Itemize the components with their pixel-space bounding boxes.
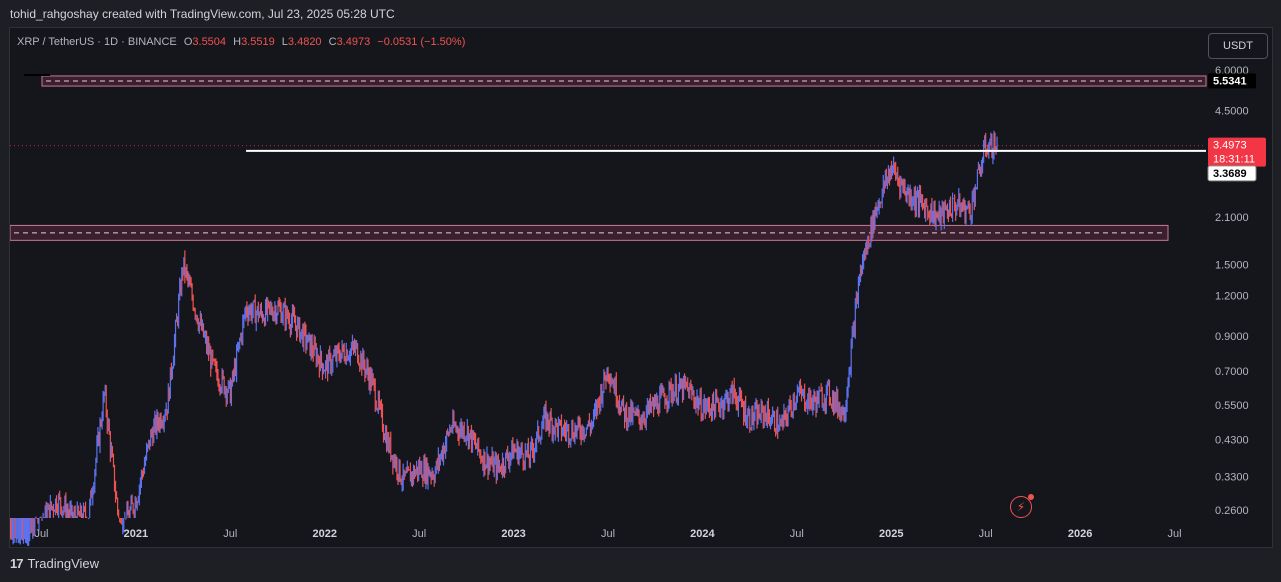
price-tag-line-text: 3.3689 — [1213, 168, 1247, 180]
y-tick-label: 0.7000 — [1215, 366, 1249, 378]
high-label: H — [233, 36, 242, 48]
y-tick-label: 4.5000 — [1215, 105, 1249, 117]
y-tick-label: 0.3300 — [1215, 472, 1249, 484]
x-tick-label: Jul — [601, 528, 615, 540]
lightning-alert-icon[interactable]: ⚡ — [1010, 494, 1034, 518]
x-tick-label: 2024 — [690, 528, 715, 540]
change-value: −0.0531 (−1.50%) — [377, 36, 466, 48]
currency-button[interactable]: USDT — [1208, 33, 1268, 59]
y-tick-label: 1.2000 — [1215, 291, 1249, 303]
zone-1[interactable] — [10, 224, 1169, 241]
open-value: 3.5504 — [192, 36, 227, 48]
y-tick-label: 0.4300 — [1215, 434, 1249, 446]
price-tag-line[interactable]: 3.3689 — [1207, 165, 1257, 182]
price-tag-last[interactable]: 3.4973 18:31:11 — [1208, 137, 1266, 167]
tradingview-brand[interactable]: 17 TradingView — [10, 556, 99, 571]
x-tick-label: Jul — [1167, 528, 1181, 540]
chart-panel[interactable]: 6.0000 4.5000 2.1000 1.5000 1.2000 0.9000 0.70… — [9, 27, 1273, 548]
y-tick-label: 1.5000 — [1215, 259, 1249, 271]
ohlc-legend: XRP / TetherUS · 1D · BINANCE O3.5504 H3… — [17, 36, 469, 48]
low-value: 3.4820 — [287, 36, 322, 48]
y-tick-label: 2.1000 — [1215, 212, 1249, 224]
price-tag-zone[interactable]: 5.5341 — [1208, 73, 1256, 89]
alert-badge — [1028, 494, 1034, 500]
x-tick-label: Jul — [979, 528, 993, 540]
countdown-text: 18:31:11 — [1213, 154, 1255, 166]
price-tag-zone-text: 5.5341 — [1213, 75, 1247, 87]
x-tick-label: Jul — [223, 528, 237, 540]
symbol-label[interactable]: XRP / TetherUS · 1D · BINANCE — [17, 36, 177, 48]
x-tick-label: Jul — [34, 528, 48, 540]
close-label: C — [328, 36, 337, 48]
y-tick-label: 0.9000 — [1215, 331, 1249, 343]
x-tick-label: 2025 — [879, 528, 903, 540]
last-price-text: 3.4973 — [1213, 140, 1247, 152]
x-tick-label: 2023 — [501, 528, 525, 540]
y-tick-label: 0.2600 — [1215, 505, 1249, 517]
tradingview-logo-icon: 17 — [10, 556, 24, 571]
low-label: L — [281, 36, 288, 48]
x-tick-label: Jul — [790, 528, 804, 540]
close-value: 3.4973 — [336, 36, 371, 48]
x-tick-label: 2021 — [124, 528, 148, 540]
brand-label: TradingView — [27, 556, 100, 571]
high-value: 3.5519 — [241, 36, 275, 48]
chart-author-caption: tohid_rahgoshay created with TradingView… — [10, 7, 395, 21]
x-tick-label: 2026 — [1068, 528, 1092, 540]
price-chart[interactable]: 6.00004.50002.10001.50001.20000.90000.70… — [10, 28, 1272, 547]
y-tick-label: 0.5500 — [1215, 400, 1249, 412]
x-tick-label: Jul — [412, 528, 426, 540]
x-tick-label: 2022 — [312, 528, 336, 540]
